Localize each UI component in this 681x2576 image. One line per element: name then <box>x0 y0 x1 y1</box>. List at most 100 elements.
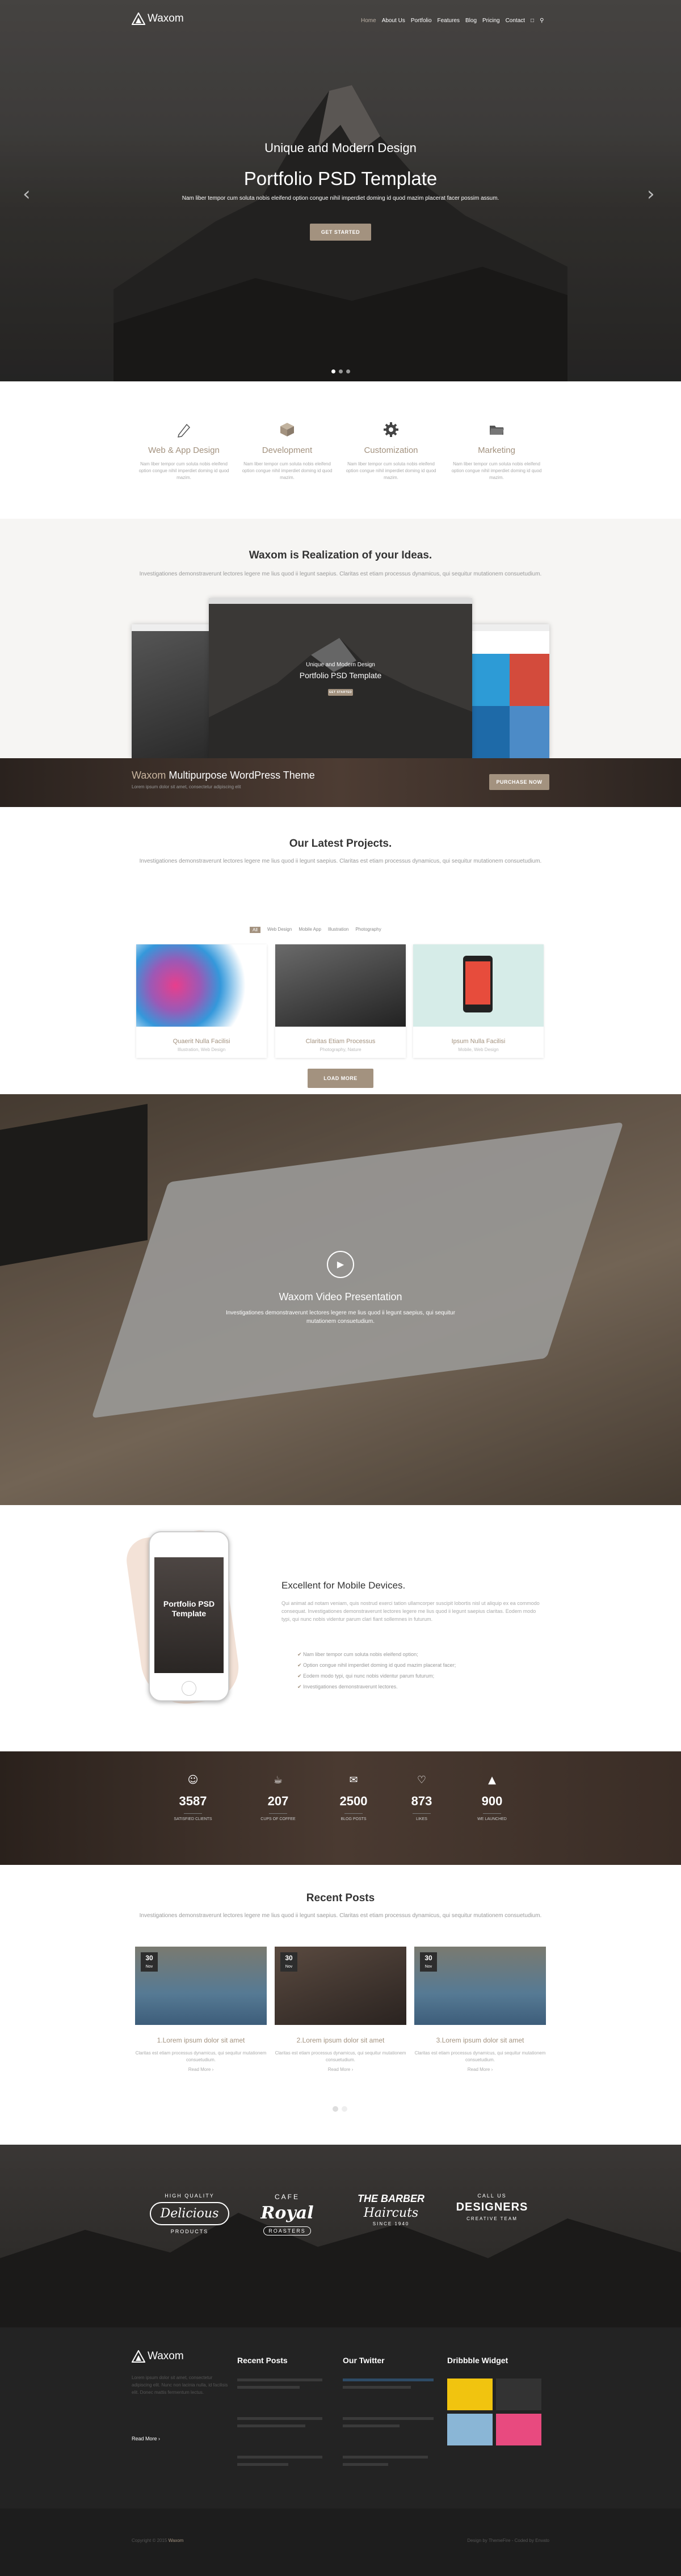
project-card[interactable]: Claritas Etiam Processus Photography, Na… <box>275 944 406 1058</box>
slider-dot[interactable] <box>331 369 335 373</box>
check-icon: ✔ <box>297 1673 304 1679</box>
load-more-button[interactable]: LOAD MORE <box>308 1069 373 1088</box>
filter-web-design[interactable]: Web Design <box>267 927 292 933</box>
list-item: ✔ Investigationes demonstraverunt lector… <box>297 1684 398 1690</box>
hero-text: Nam liber tempor cum soluta nobis eleife… <box>182 195 499 201</box>
dribbble-shot[interactable] <box>496 2379 541 2410</box>
posts-pagination <box>333 2106 347 2112</box>
projects-title: Our Latest Projects. <box>289 838 392 850</box>
main-nav: Home About Us Portfolio Features Blog Pr… <box>361 18 544 24</box>
user-icon: ☺ <box>187 1774 199 1786</box>
project-card[interactable]: Ipsum Nulla Facilisi Mobile, Web Design <box>413 944 544 1058</box>
browser-mock-right <box>470 624 549 758</box>
counter-label: BLOG POSTS <box>340 1817 367 1821</box>
project-card[interactable]: Quaerit Nulla Facilisi Illustration, Web… <box>136 944 267 1058</box>
nav-home[interactable]: Home <box>361 18 376 24</box>
read-more-link[interactable]: Read More › <box>414 2067 546 2072</box>
nav-contact[interactable]: Contact <box>506 18 525 24</box>
realization-title: Waxom is Realization of your Ideas. <box>249 549 432 561</box>
service-item[interactable]: Web & App Design Nam liber tempor cum so… <box>138 421 229 481</box>
project-category: Illustration, Web Design <box>177 1047 226 1052</box>
footer-heading: Recent Posts <box>237 2356 288 2365</box>
counter-number: 873 <box>411 1794 432 1808</box>
post-title[interactable]: 1.Lorem ipsum dolor sit amet <box>135 2036 267 2044</box>
slider-prev-icon[interactable]: ‹ <box>23 183 31 205</box>
read-more-link[interactable]: Read More › <box>275 2067 406 2072</box>
mock-mountain-image <box>209 638 472 758</box>
project-image <box>413 944 544 1027</box>
counter-number: 3587 <box>179 1794 207 1808</box>
service-item[interactable]: Marketing Nam liber tempor cum soluta no… <box>451 421 542 481</box>
footer-recent-posts: Recent Posts <box>237 2356 334 2470</box>
get-started-button[interactable]: GET STARTED <box>310 224 371 241</box>
list-item: ✔ Nam liber tempor cum soluta nobis elei… <box>297 1652 418 1657</box>
pagination-dot[interactable] <box>333 2106 338 2112</box>
post-image: 30 Nov <box>414 1947 546 2025</box>
service-text: Nam liber tempor cum soluta nobis eleife… <box>346 461 436 480</box>
logo[interactable]: Waxom <box>132 12 184 25</box>
box-icon <box>280 423 294 436</box>
service-title: Web & App Design <box>148 446 220 455</box>
service-item[interactable]: Customization Nam liber tempor cum solut… <box>346 421 436 481</box>
mock-button: GET STARTED <box>328 689 353 696</box>
copyright-text: Copyright © 2015 Waxom <box>132 2538 184 2543</box>
footer-read-more[interactable]: Read More › <box>132 2436 228 2441</box>
pagination-dot[interactable] <box>342 2106 347 2112</box>
slider-dot[interactable] <box>346 369 350 373</box>
cart-icon[interactable]: □ <box>531 18 534 24</box>
client-logo[interactable]: THE BARBER Haircuts SINCE 1940 <box>348 2193 434 2226</box>
post-title[interactable]: 2.Lorem ipsum dolor sit amet <box>275 2036 406 2044</box>
nav-pricing[interactable]: Pricing <box>482 18 500 24</box>
clients-section: HIGH QUALITY Delicious PRODUCTS CAFE Roy… <box>0 2145 681 2327</box>
post-card[interactable]: 30 Nov 3.Lorem ipsum dolor sit amet Clari… <box>414 1947 546 2072</box>
phone-mock: Portfolio PSD Template <box>149 1531 229 1701</box>
service-item[interactable]: Development Nam liber tempor cum soluta … <box>242 421 333 481</box>
footer-logo[interactable]: Waxom <box>132 2350 228 2363</box>
client-logo[interactable]: HIGH QUALITY Delicious PRODUCTS <box>150 2193 229 2234</box>
counters-section: ☺ 3587 SATISFIED CLIENTS ☕ 207 CUPS OF COFFE… <box>0 1751 681 1865</box>
post-title[interactable]: 3.Lorem ipsum dolor sit amet <box>414 2036 546 2044</box>
counter-item: ☺ 3587 SATISFIED CLIENTS <box>165 1774 221 1821</box>
realization-section: Waxom is Realization of your Ideas. Inve… <box>0 519 681 807</box>
post-card[interactable]: 30 Nov 1.Lorem ipsum dolor sit amet Clari… <box>135 1947 267 2072</box>
promo-banner: Waxom Multipurpose WordPress Theme Lorem… <box>0 758 681 807</box>
search-icon[interactable]: ⚲ <box>540 18 544 24</box>
service-text: Nam liber tempor cum soluta nobis eleife… <box>138 461 229 480</box>
post-date: 30 Nov <box>420 1952 437 1972</box>
filter-mobile-app[interactable]: Mobile App <box>299 927 321 933</box>
hero-subtitle: Unique and Modern Design <box>264 141 417 155</box>
credit-text: Design by ThemeFire - Coded by Envato <box>467 2538 549 2543</box>
footer-heading: Dribbble Widget <box>447 2356 508 2365</box>
project-title: Quaerit Nulla Facilisi <box>173 1038 230 1045</box>
counter-number: 900 <box>481 1794 503 1808</box>
pen-icon <box>177 423 191 438</box>
slider-next-icon[interactable]: › <box>647 183 655 205</box>
projects-section: Our Latest Projects. Investigationes dem… <box>0 807 681 1094</box>
heart-icon: ♡ <box>417 1774 427 1786</box>
post-card[interactable]: 30 Nov 2.Lorem ipsum dolor sit amet Clari… <box>275 1947 406 2072</box>
client-logo[interactable]: CAFE Royal ROASTERS <box>247 2193 327 2235</box>
posts-title: Recent Posts <box>306 1892 375 1904</box>
footer-twitter: Our Twitter <box>343 2356 439 2470</box>
dribbble-shot[interactable] <box>447 2379 493 2410</box>
logo-text: Waxom <box>148 12 184 24</box>
service-text: Nam liber tempor cum soluta nobis eleife… <box>242 461 333 480</box>
slider-dot[interactable] <box>339 369 343 373</box>
play-icon[interactable]: ▶ <box>327 1251 354 1278</box>
nav-features[interactable]: Features <box>438 18 460 24</box>
purchase-now-button[interactable]: PURCHASE NOW <box>489 774 549 790</box>
dribbble-shot[interactable] <box>447 2414 493 2445</box>
filter-all[interactable]: All <box>250 927 260 933</box>
post-excerpt: Claritas est etiam processus dynamicus, … <box>414 2050 546 2062</box>
read-more-link[interactable]: Read More › <box>135 2067 267 2072</box>
nav-portfolio[interactable]: Portfolio <box>411 18 432 24</box>
filter-illustration[interactable]: Illustration <box>328 927 348 933</box>
promo-title: Waxom Multipurpose WordPress Theme <box>132 770 315 781</box>
nav-blog[interactable]: Blog <box>465 18 477 24</box>
counter-label: SATISFIED CLIENTS <box>174 1817 212 1821</box>
dribbble-shot[interactable] <box>496 2414 541 2445</box>
client-logo[interactable]: CALL US DESIGNERS CREATIVE TEAM <box>449 2193 535 2221</box>
post-image: 30 Nov <box>135 1947 267 2025</box>
nav-about[interactable]: About Us <box>382 18 405 24</box>
filter-photography[interactable]: Photography <box>355 927 381 933</box>
